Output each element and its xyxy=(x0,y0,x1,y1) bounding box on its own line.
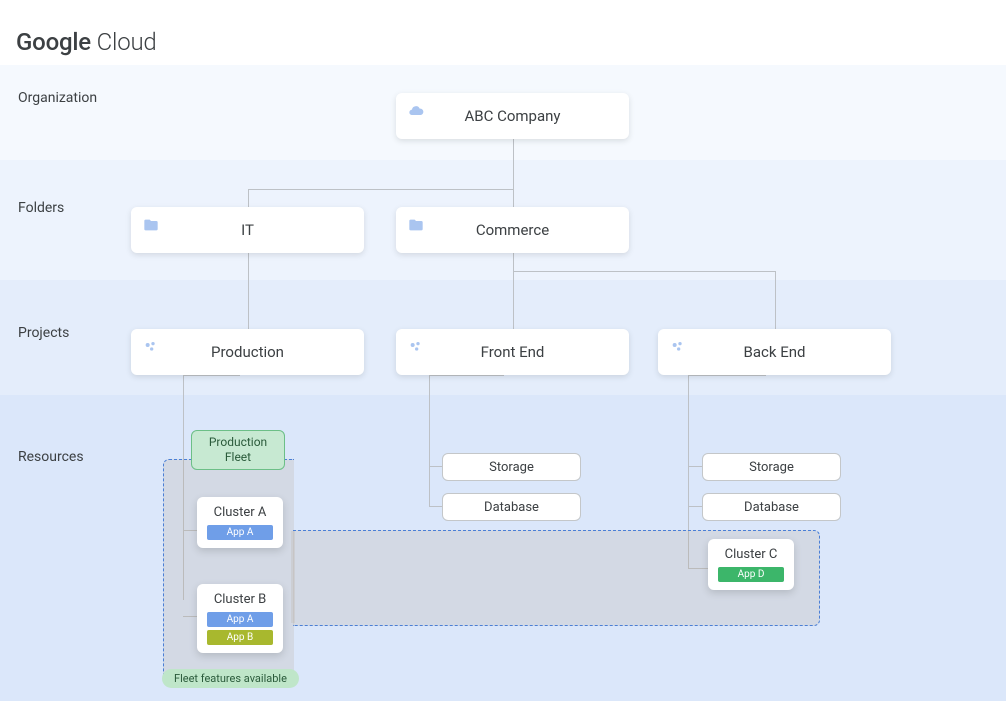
connector xyxy=(429,375,504,376)
project-frontend-label: Front End xyxy=(481,343,545,361)
connector xyxy=(775,271,776,329)
connector xyxy=(688,375,766,376)
fleet-zone-seam xyxy=(291,531,295,623)
project-icon xyxy=(408,339,424,355)
connector xyxy=(248,189,514,190)
cluster-b: Cluster B App A App B xyxy=(197,584,283,653)
cluster-a-title: Cluster A xyxy=(207,505,273,520)
label-folders: Folders xyxy=(18,200,64,216)
folder-commerce: Commerce xyxy=(396,207,629,253)
backend-database: Database xyxy=(702,493,841,521)
label-projects: Projects xyxy=(18,325,69,341)
cluster-b-app-0: App A xyxy=(207,612,273,627)
connector xyxy=(688,466,702,467)
label-resources: Resources xyxy=(18,449,84,465)
project-production: Production xyxy=(131,329,364,375)
logo-thin: Cloud xyxy=(91,28,157,56)
connector xyxy=(429,466,443,467)
fleet-features-footer: Fleet features available xyxy=(162,669,299,688)
project-frontend: Front End xyxy=(396,329,629,375)
folder-icon xyxy=(408,217,424,233)
connector xyxy=(429,375,430,506)
connector xyxy=(513,139,514,189)
project-icon xyxy=(143,339,159,355)
cluster-b-title: Cluster B xyxy=(207,592,273,607)
frontend-storage: Storage xyxy=(442,453,581,481)
connector xyxy=(513,189,514,207)
connector xyxy=(513,271,775,272)
folder-it: IT xyxy=(131,207,364,253)
cluster-c: Cluster C App D xyxy=(708,539,794,590)
connector xyxy=(429,506,443,507)
cluster-a-app-0: App A xyxy=(207,525,273,540)
cluster-b-app-1: App B xyxy=(207,630,273,645)
label-organization: Organization xyxy=(18,90,97,106)
connector xyxy=(248,189,249,207)
google-cloud-logo: Google Cloud xyxy=(16,28,157,56)
cluster-c-app-0: App D xyxy=(718,567,784,582)
org-name: ABC Company xyxy=(464,107,560,125)
logo-bold: Google xyxy=(16,28,91,56)
folder-icon xyxy=(143,217,159,233)
org-node: ABC Company xyxy=(396,93,629,139)
cloud-icon xyxy=(408,103,424,119)
folder-commerce-label: Commerce xyxy=(476,221,549,239)
project-production-label: Production xyxy=(211,343,284,361)
project-icon xyxy=(670,339,686,355)
fleet-label: Production Fleet xyxy=(191,430,285,470)
cluster-a: Cluster A App A xyxy=(197,497,283,548)
backend-storage: Storage xyxy=(702,453,841,481)
cluster-c-title: Cluster C xyxy=(718,547,784,562)
connector xyxy=(513,271,514,329)
connector xyxy=(688,506,702,507)
folder-it-label: IT xyxy=(241,221,254,239)
connector xyxy=(248,253,249,329)
connector xyxy=(513,253,514,271)
project-backend-label: Back End xyxy=(744,343,806,361)
frontend-database: Database xyxy=(442,493,581,521)
project-backend: Back End xyxy=(658,329,891,375)
connector xyxy=(183,375,240,376)
